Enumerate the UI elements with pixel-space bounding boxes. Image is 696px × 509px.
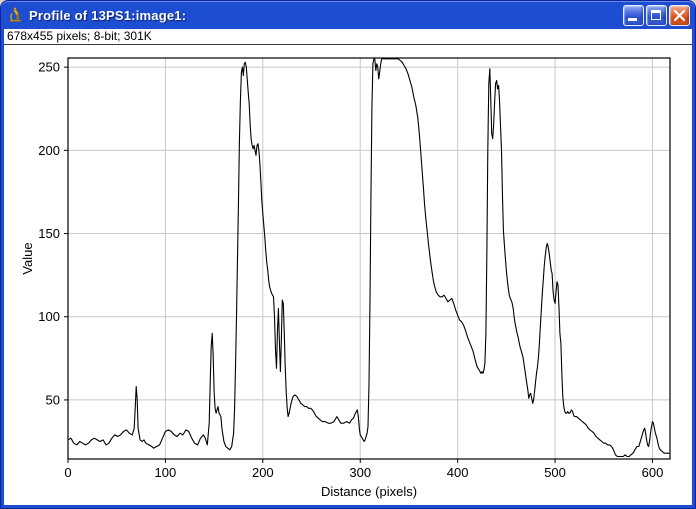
profile-window: Profile of 13PS1:image1: 678x455 pixels;… [0,0,696,509]
close-button[interactable] [669,5,690,26]
svg-text:100: 100 [155,465,177,480]
svg-text:300: 300 [349,465,371,480]
maximize-icon [651,10,661,20]
svg-text:100: 100 [38,309,60,324]
window-content: 678x455 pixels; 8-bit; 301K 0 100 200 300 40… [4,29,692,505]
svg-text:150: 150 [38,226,60,241]
profile-line [68,59,670,457]
svg-text:600: 600 [642,465,664,480]
maximize-button[interactable] [646,5,667,26]
window-title: Profile of 13PS1:image1: [29,8,621,23]
svg-text:50: 50 [46,392,60,407]
close-icon [670,6,689,25]
imagej-microscope-icon [7,7,24,24]
profile-plot: 0 100 200 300 400 500 600 50 100 150 200 250 Distanc… [4,45,694,507]
svg-text:200: 200 [252,465,274,480]
x-axis-tick-labels: 0 100 200 300 400 500 600 [64,465,663,480]
svg-text:400: 400 [447,465,469,480]
svg-text:500: 500 [544,465,566,480]
minimize-icon [628,18,637,21]
svg-text:250: 250 [38,60,60,75]
window-controls [621,5,690,26]
svg-text:200: 200 [38,143,60,158]
x-axis-label: Distance (pixels) [321,484,417,499]
minimize-button[interactable] [623,5,644,26]
image-info-text: 678x455 pixels; 8-bit; 301K [7,29,152,43]
title-bar[interactable]: Profile of 13PS1:image1: [1,1,695,29]
y-axis-tick-labels: 50 100 150 200 250 [38,60,60,408]
plot-canvas[interactable]: 0 100 200 300 400 500 600 50 100 150 200 250 Distanc… [4,45,692,505]
y-axis-label: Value [20,242,35,274]
status-bar: 678x455 pixels; 8-bit; 301K [4,29,692,45]
svg-text:0: 0 [64,465,71,480]
axis-ticks [64,67,652,463]
